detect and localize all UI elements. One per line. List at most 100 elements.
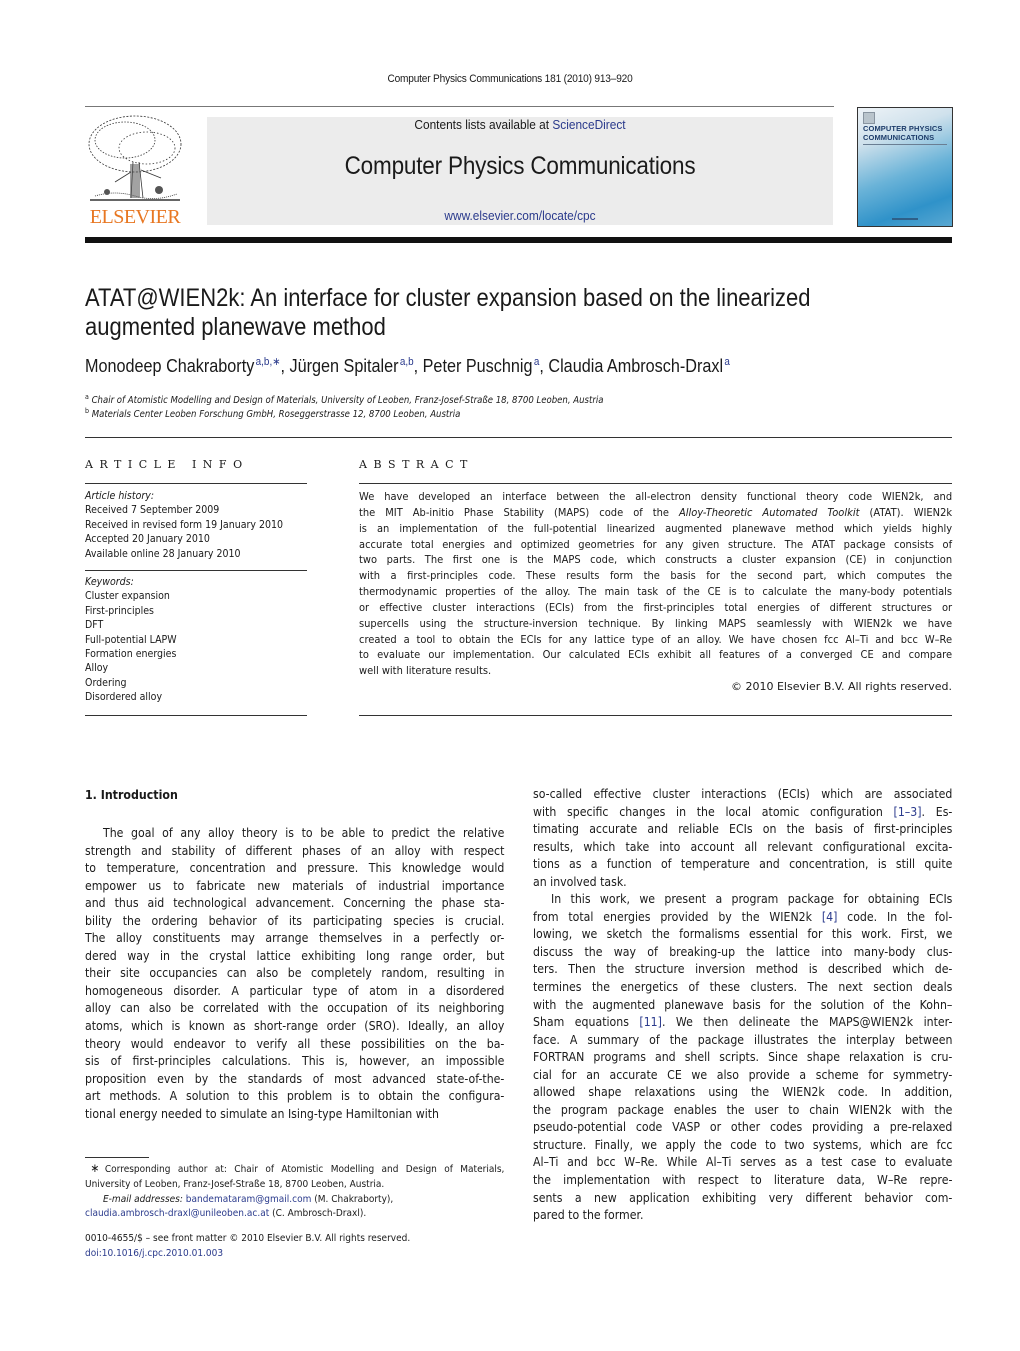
author-affiliation-marks[interactable]: a,b [400,356,414,368]
text-line: alloy can also be correlated with the oc… [85,1001,505,1016]
article-history: Article history: Received 7 September 20… [85,489,283,561]
history-item: Available online 28 January 2010 [85,547,241,560]
text-line: atoms, which is known as short-range ord… [85,1019,505,1034]
text-line: discuss the way of breaking-up the latti… [533,944,953,959]
body-lines: so-called effective cluster interactions… [533,786,952,1225]
author: Claudia Ambrosch-Draxl a [548,356,730,376]
text-line: or effective cluster interactions (ECIs)… [359,600,953,614]
text-line: tional energy needed to simulate an Isin… [85,1106,439,1121]
body-column-right: so-called effective cluster interactions… [533,786,952,1225]
divider [85,715,307,716]
elsevier-wordmark: ELSEVIER [89,206,181,228]
journal-url-link[interactable]: www.elsevier.com/locate/cpc [223,209,818,223]
citation-link[interactable]: [11] [639,1015,662,1029]
keyword: Alloy [85,662,109,675]
body-lines: The goal of any alloy theory is to be ab… [85,825,504,1123]
keyword: Ordering [85,676,127,689]
text-line: homogeneous disorder. A particular type … [85,983,505,998]
text-line: two parts. The first one is the MAPS cod… [359,553,953,567]
cover-subtitle-rule [863,144,947,145]
text-line: strength and stability of different phas… [85,843,505,858]
keyword: First-principles [85,604,154,617]
author-list: Monodeep Chakraborty a,b,∗, Jürgen Spita… [85,355,730,377]
sciencedirect-link[interactable]: ScienceDirect [552,118,625,132]
author-affiliation-marks[interactable]: a [724,356,730,368]
text-line: with the augmented planewave basis for t… [533,997,953,1012]
keyword: Full-potential LAPW [85,633,177,646]
footnotes: ∗ Corresponding author at: Chair of Atomi… [85,1161,504,1222]
footnote-rule [85,1157,149,1158]
text-line: empower us to fabricate new materials of… [85,878,505,893]
text-line: so-called effective cluster interactions… [533,787,953,801]
author: Monodeep Chakraborty a,b,∗, [85,356,290,376]
text-line: bility the ordering behavior of its part… [85,913,505,928]
cover-logo-icon [863,112,875,124]
text-line: Al–Ti and bcc W–Re. While Al–Ti serves a… [533,1155,953,1170]
text-line: theory would endeavor to verify all thes… [85,1036,505,1051]
contents-line: Contents lists available at ScienceDirec… [223,118,818,132]
text-line: from total energies provided by the WIEN… [533,909,953,924]
corresponding-author-star-icon: ∗ [90,1161,100,1175]
front-matter: 0010-4655/$ – see front matter © 2010 El… [85,1232,410,1262]
email-owner: (C. Ambrosch-Draxl). [269,1208,367,1220]
divider [85,570,307,571]
doi-link[interactable]: doi:10.1016/j.cpc.2010.01.003 [85,1247,410,1262]
text-line: the implementation with respect to liter… [533,1173,953,1188]
abstract-lines: We have developed an interface between t… [359,489,952,679]
text-line: Sham equations [11]. We then delineate t… [533,1015,953,1030]
cover-footer-mark [892,218,918,220]
section-heading: 1. Introduction [85,788,178,802]
text-line: In this work, we present a program packa… [551,892,953,907]
text-line: dered way in the crystal lattice exhibit… [85,948,505,963]
citation-link[interactable]: [4] [822,910,838,924]
abstract-copyright: © 2010 Elsevier B.V. All rights reserved… [730,680,952,693]
text-line: accurate total energies and optimized ge… [359,537,953,551]
keywords-label: Keywords: [85,576,134,588]
abstract-text: We have developed an interface between t… [359,489,952,679]
email-link[interactable]: claudia.ambrosch-draxl@unileoben.ac.at [85,1208,269,1219]
text-line: to evaluate our implementation. Our calc… [359,648,953,662]
text-line: sis of first-principles calculations. Th… [85,1054,505,1069]
contents-prefix: Contents lists available at [414,118,553,132]
text-line: thermodynamic properties of the alloy. T… [359,585,953,599]
text-line: proposition even by the standards of mos… [85,1071,505,1086]
email-link[interactable]: bandemataram@gmail.com [186,1194,312,1205]
history-item: Received 7 September 2009 [85,504,220,517]
keyword: Disordered alloy [85,691,163,704]
corresponding-author-text: University of Leoben, Franz-Josef-Straße… [85,1178,385,1190]
corresponding-author-text: Corresponding author at: Chair of Atomis… [104,1164,505,1175]
text-line: with specific changes in the local atomi… [533,804,953,819]
divider [85,483,307,484]
text-line: with a first-principles code. These resu… [359,569,953,583]
text-line: The goal of any alloy theory is to be ab… [103,826,505,840]
divider [359,715,952,716]
text-line: FORTRAN programs and shell scripts. Sinc… [533,1050,953,1065]
text-line: timating accurate and reliable ECIs on t… [533,822,953,837]
text-line: the MIT Ab-initio Phase Stability (MAPS)… [359,505,953,519]
text-line: structure. Finally, we apply the code to… [533,1137,953,1152]
article-info-heading: ARTICLE INFO [85,458,249,471]
keyword: Formation energies [85,648,177,661]
cover-title: COMPUTER PHYSICS COMMUNICATIONS [863,124,943,142]
text-line: is an implementation of the full-potenti… [359,521,953,535]
email-label: E-mail addresses: [103,1193,183,1205]
abstract-heading: ABSTRACT [359,458,474,471]
affiliation: a Chair of Atomistic Modelling and Design… [85,393,604,406]
citation-link[interactable]: [1–3] [894,805,922,819]
text-line: pseudo-potential code VASP or other code… [533,1120,953,1135]
author: Jürgen Spitaler a,b, [289,356,423,376]
divider [85,437,952,438]
text-line: art methods. A solution to this problem … [85,1089,505,1104]
history-item: Accepted 20 January 2010 [85,533,210,546]
text-line: tions as a function of temperature and c… [533,857,953,872]
header-thick-rule [85,237,952,243]
journal-cover-image: COMPUTER PHYSICS COMMUNICATIONS [857,107,953,227]
text-line: sents a new application exhibiting very … [533,1190,953,1205]
text-line: face. A summary of the package illustrat… [533,1032,953,1047]
article-history-label: Article history: [85,490,155,502]
text-line: supercells using the structure-inversion… [359,616,953,630]
text-line: well with literature results. [359,664,492,678]
history-item: Received in revised form 19 January 2010 [85,518,284,531]
author-affiliation-marks[interactable]: a,b,∗ [256,356,281,368]
divider [359,483,952,484]
